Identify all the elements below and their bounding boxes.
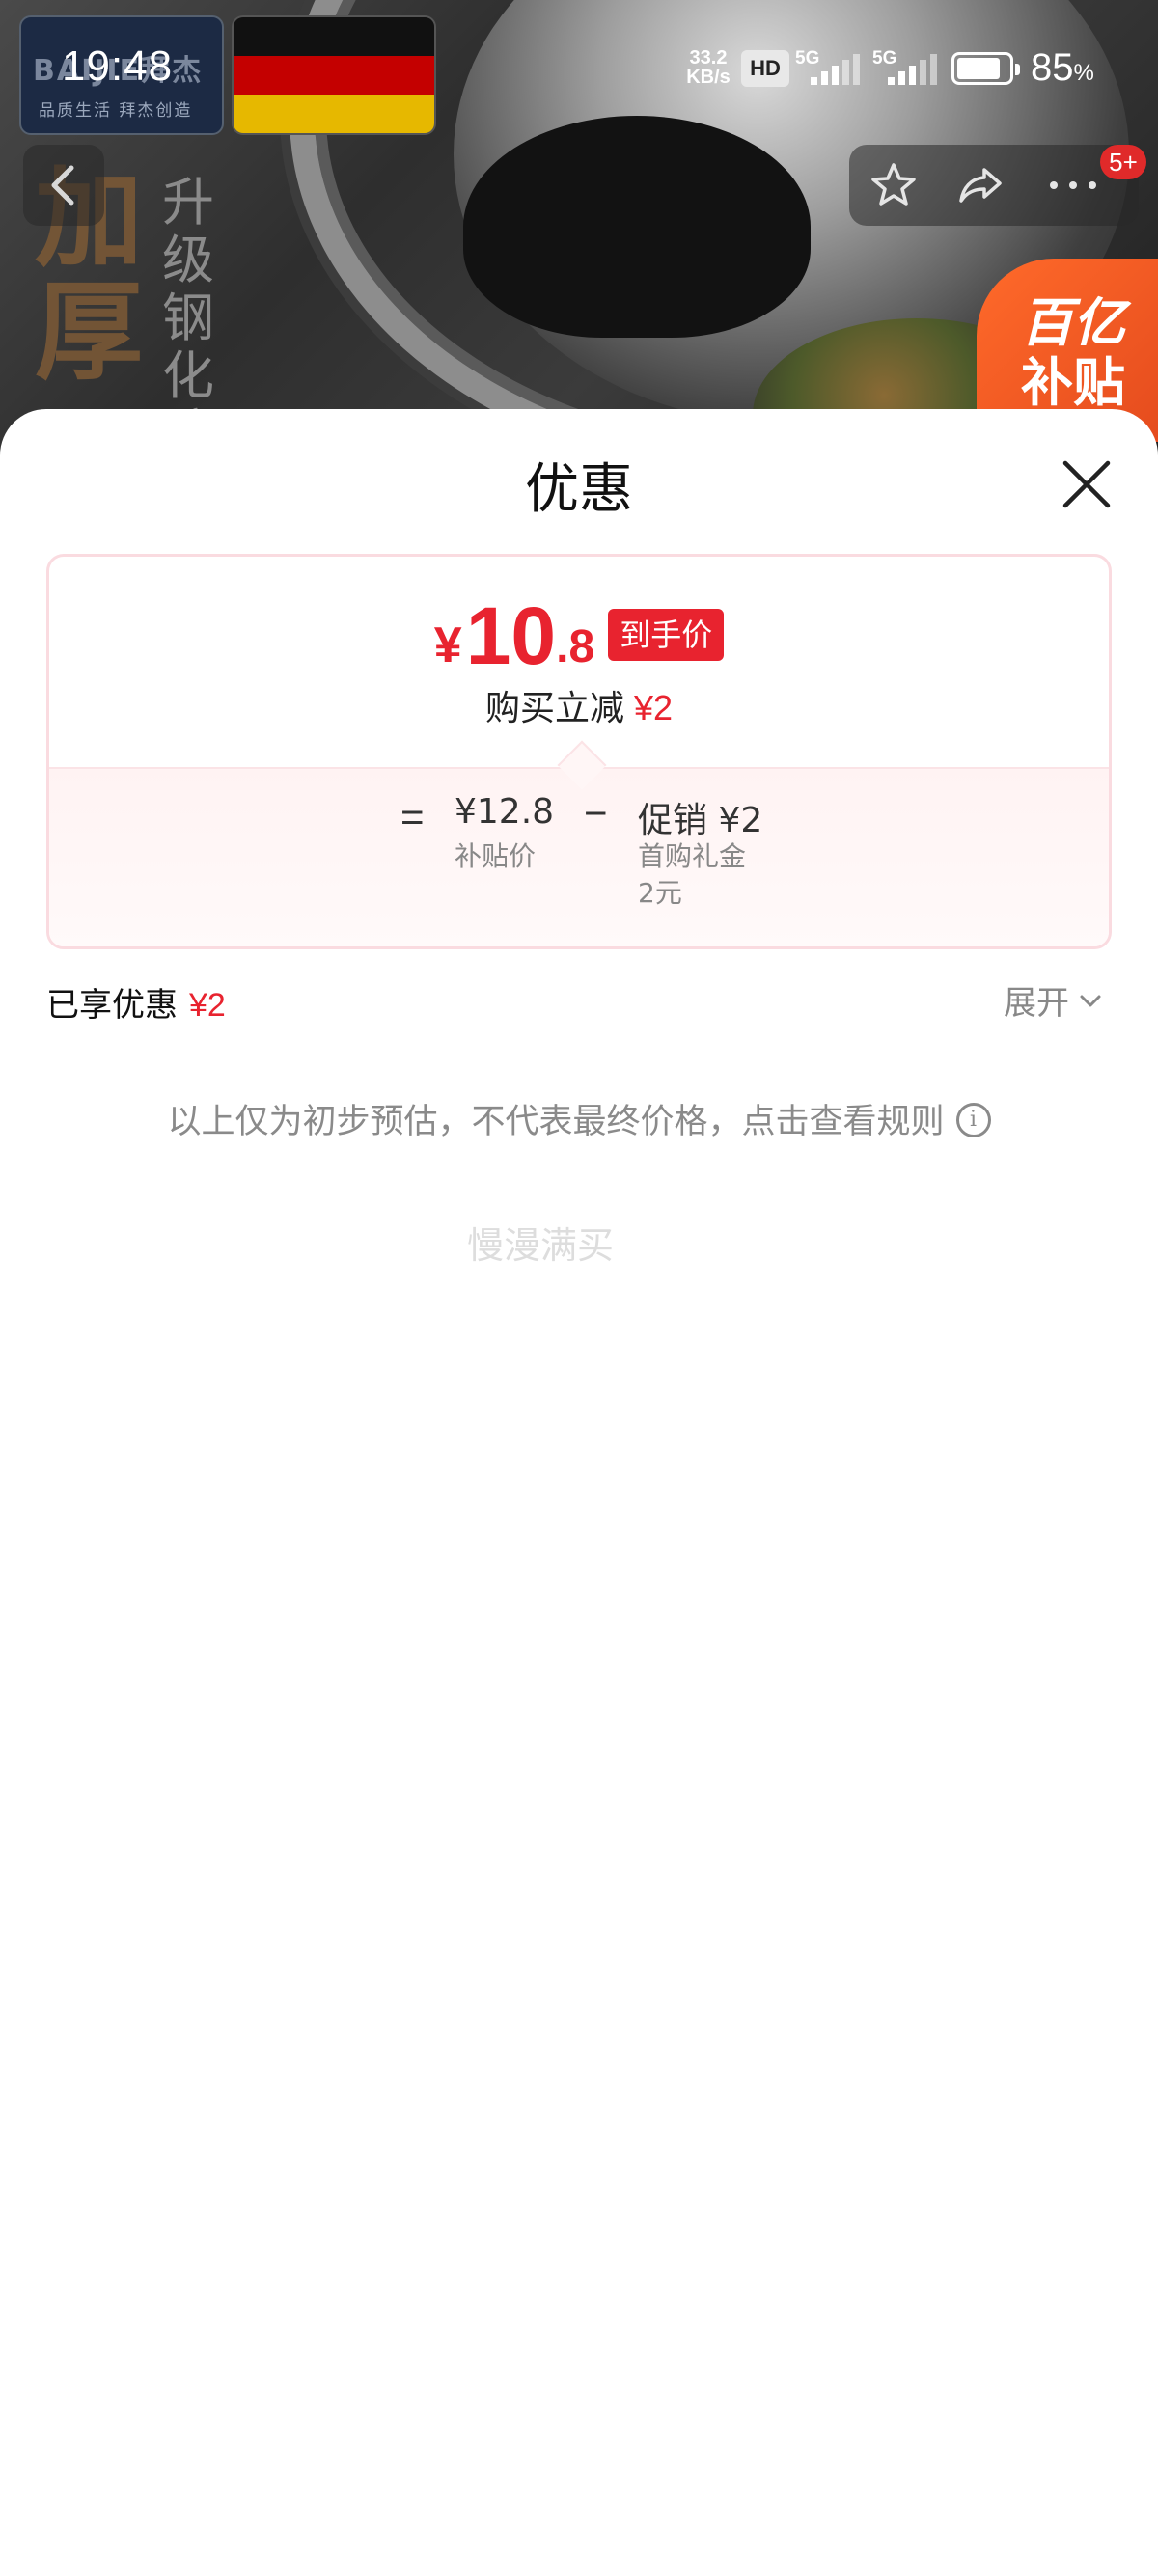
notification-badge: 5+ bbox=[1100, 145, 1146, 179]
battery-percent-value: 85 bbox=[1031, 46, 1074, 89]
close-button[interactable] bbox=[1056, 453, 1117, 515]
chevron-down-icon bbox=[1080, 995, 1101, 1006]
discount-sheet: 优惠 ¥ 10 .8 到手价 购买立减 ¥2 = ¥12.8 补贴价 − 促销 ¥… bbox=[0, 409, 1158, 2576]
faded-overlay-text: 慢漫满买 bbox=[467, 1224, 615, 1267]
price-card: ¥ 10 .8 到手价 购买立减 ¥2 = ¥12.8 补贴价 − 促销 ¥2 首… bbox=[46, 554, 1112, 949]
subsidy-price: ¥12.8 bbox=[455, 792, 555, 832]
expand-button[interactable]: 展开 bbox=[1004, 976, 1104, 1024]
network-speed: 33.2 KB/s bbox=[679, 48, 737, 87]
subsidy-price-label: 补贴价 bbox=[455, 840, 537, 872]
close-icon bbox=[1062, 460, 1111, 508]
top-action-group bbox=[849, 145, 1139, 226]
promo-amount: 促销 ¥2 bbox=[638, 801, 763, 840]
more-icon bbox=[1050, 181, 1096, 189]
price-disclaimer-link[interactable]: 以上仅为初步预估，不代表最终价格，点击查看规则 i bbox=[0, 1094, 1158, 1143]
germany-flag-icon bbox=[232, 15, 436, 135]
battery-percent: 85% bbox=[1031, 46, 1094, 90]
final-price-section: ¥ 10 .8 到手价 购买立减 ¥2 bbox=[49, 557, 1109, 767]
instant-discount-amount: ¥2 bbox=[633, 688, 674, 727]
instant-discount-row: 购买立减 ¥2 bbox=[49, 680, 1109, 730]
disclaimer-text: 以上仅为初步预估，不代表最终价格，点击查看规则 bbox=[167, 1103, 945, 1141]
signal2-icon bbox=[888, 54, 938, 85]
status-time: 19:48 bbox=[62, 42, 174, 90]
price-formula: = ¥12.8 补贴价 − 促销 ¥2 首购礼金 2元 bbox=[49, 767, 1109, 946]
share-icon bbox=[959, 168, 1002, 203]
share-button[interactable] bbox=[940, 145, 1021, 226]
enjoyed-discount-row: 已享优惠 ¥2 bbox=[46, 978, 226, 1026]
sheet-title: 优惠 bbox=[525, 458, 633, 521]
instant-discount-label: 购买立减 bbox=[484, 689, 624, 728]
battery-fill bbox=[957, 58, 1000, 79]
network-speed-value: 33.2 bbox=[689, 47, 728, 69]
battery-icon bbox=[951, 52, 1020, 85]
info-icon: i bbox=[955, 1103, 991, 1137]
final-price-decimal: .8 bbox=[556, 621, 595, 672]
battery-cap bbox=[1015, 64, 1020, 75]
subsidy-badge-line2: 补贴 bbox=[1021, 352, 1125, 413]
formula-minus: − bbox=[584, 790, 608, 836]
hd-icon: HD bbox=[741, 50, 789, 87]
signal1-icon bbox=[811, 54, 861, 85]
promo-detail-line2: 2元 bbox=[638, 877, 682, 909]
network-speed-unit: KB/s bbox=[686, 67, 731, 88]
star-icon bbox=[871, 163, 916, 206]
back-button[interactable] bbox=[23, 145, 104, 226]
final-price-integer: 10 bbox=[465, 590, 557, 681]
promo-detail-line1: 首购礼金 bbox=[638, 840, 747, 872]
back-icon bbox=[51, 165, 74, 206]
pot-lid-handle bbox=[463, 116, 811, 338]
enjoyed-discount-amount: ¥2 bbox=[189, 987, 226, 1024]
favorite-button[interactable] bbox=[853, 145, 934, 226]
brand-logo-subtitle: 品质生活 拜杰创造 bbox=[39, 101, 193, 121]
expand-label: 展开 bbox=[1004, 984, 1069, 1023]
formula-equals: = bbox=[400, 794, 425, 839]
enjoyed-discount-label: 已享优惠 bbox=[46, 986, 178, 1025]
final-price-row: ¥ 10 .8 到手价 bbox=[49, 590, 1109, 681]
battery-percent-unit: % bbox=[1073, 60, 1094, 86]
final-price-currency: ¥ bbox=[433, 617, 462, 673]
final-price-badge: 到手价 bbox=[608, 609, 725, 661]
